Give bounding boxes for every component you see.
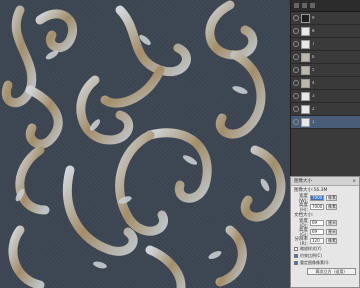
- layer-row[interactable]: 7: [291, 38, 360, 51]
- resample-checkbox-row[interactable]: 重定图像像素(I):: [291, 260, 359, 266]
- scale-styles-checkbox-row[interactable]: 缩放样式(Y): [291, 246, 359, 252]
- doc-height-input[interactable]: 69: [310, 229, 324, 235]
- layer-row[interactable]: 9: [291, 12, 360, 25]
- layer-thumbnail: [301, 78, 310, 88]
- layer-thumbnail: [301, 91, 310, 101]
- layer-name: 9: [312, 16, 315, 20]
- pixel-height-input[interactable]: 7000: [310, 204, 324, 210]
- visibility-eye-icon[interactable]: [293, 28, 299, 34]
- scale-styles-checkbox[interactable]: [294, 247, 298, 251]
- layer-thumbnail: [301, 117, 310, 127]
- layer-name: 1: [312, 120, 315, 124]
- damask-pattern-artwork: [1, 0, 286, 288]
- pixel-height-label: 高度(H):: [299, 202, 308, 213]
- doc-width-unit-select[interactable]: 厘米: [326, 220, 337, 226]
- layer-thumbnail: [301, 13, 310, 23]
- layer-row[interactable]: 8: [291, 25, 360, 38]
- layer-name: 5: [312, 68, 315, 72]
- dialog-title-bar: 图像大小 ×: [291, 177, 359, 186]
- constrain-proportions-checkbox-row[interactable]: 约束比例(C): [291, 253, 359, 259]
- image-size-dialog: 图像大小 × 图像大小:56.3M 宽度(W): 7000 像素 高度(H): …: [290, 176, 360, 288]
- doc-width-input[interactable]: 69: [310, 220, 324, 226]
- dialog-title: 图像大小: [294, 179, 312, 184]
- layers-panel-toolbar: [291, 0, 360, 12]
- resolution-label: 分辨率(R):: [294, 236, 309, 247]
- constrain-proportions-label: 约束比例(C): [300, 253, 322, 258]
- layer-name: 2: [312, 107, 315, 111]
- layer-thumbnail: [301, 104, 310, 114]
- layer-row[interactable]: 1: [291, 116, 360, 129]
- close-icon[interactable]: ×: [352, 179, 356, 184]
- layers-list: 9 8 7 6 5 4 3 2 1: [291, 12, 360, 129]
- panel-fx-icon[interactable]: [310, 3, 315, 8]
- layer-row[interactable]: 6: [291, 51, 360, 64]
- layer-name: 8: [312, 29, 315, 33]
- doc-height-unit-select[interactable]: 厘米: [326, 229, 337, 235]
- pixel-width-input[interactable]: 7000: [310, 195, 324, 201]
- visibility-eye-icon[interactable]: [293, 41, 299, 47]
- layer-row[interactable]: 3: [291, 90, 360, 103]
- layer-row[interactable]: 2: [291, 103, 360, 116]
- layer-name: 4: [312, 81, 315, 85]
- visibility-eye-icon[interactable]: [293, 106, 299, 112]
- panel-menu-icon[interactable]: [294, 3, 299, 8]
- visibility-eye-icon[interactable]: [293, 119, 299, 125]
- visibility-eye-icon[interactable]: [293, 15, 299, 21]
- resample-label: 重定图像像素(I):: [300, 260, 330, 265]
- layer-name: 3: [312, 94, 315, 98]
- visibility-eye-icon[interactable]: [293, 67, 299, 73]
- document-canvas[interactable]: [0, 0, 290, 288]
- layer-row[interactable]: 4: [291, 77, 360, 90]
- layer-thumbnail: [301, 65, 310, 75]
- visibility-eye-icon[interactable]: [293, 93, 299, 99]
- resolution-input[interactable]: 120: [310, 238, 324, 244]
- layer-row[interactable]: 5: [291, 64, 360, 77]
- layer-thumbnail: [301, 52, 310, 62]
- resolution-row: 分辨率(R): 120 像素: [291, 236, 359, 247]
- layer-thumbnail: [301, 26, 310, 36]
- resolution-unit-select[interactable]: 像素: [326, 238, 337, 244]
- visibility-eye-icon[interactable]: [293, 80, 299, 86]
- panel-lock-icon[interactable]: [302, 3, 307, 8]
- constrain-proportions-checkbox[interactable]: [294, 254, 298, 258]
- layer-name: 6: [312, 55, 315, 59]
- layer-thumbnail: [301, 39, 310, 49]
- resample-method-select[interactable]: 两次立方（适用）: [307, 268, 356, 275]
- pixel-height-row: 高度(H): 7000 像素: [291, 202, 359, 213]
- layer-name: 7: [312, 42, 315, 46]
- pixel-width-unit-select[interactable]: 像素: [326, 195, 337, 201]
- pixel-height-unit-select[interactable]: 像素: [326, 204, 337, 210]
- resample-checkbox[interactable]: [294, 261, 298, 265]
- visibility-eye-icon[interactable]: [293, 54, 299, 60]
- scale-styles-label: 缩放样式(Y): [300, 246, 322, 251]
